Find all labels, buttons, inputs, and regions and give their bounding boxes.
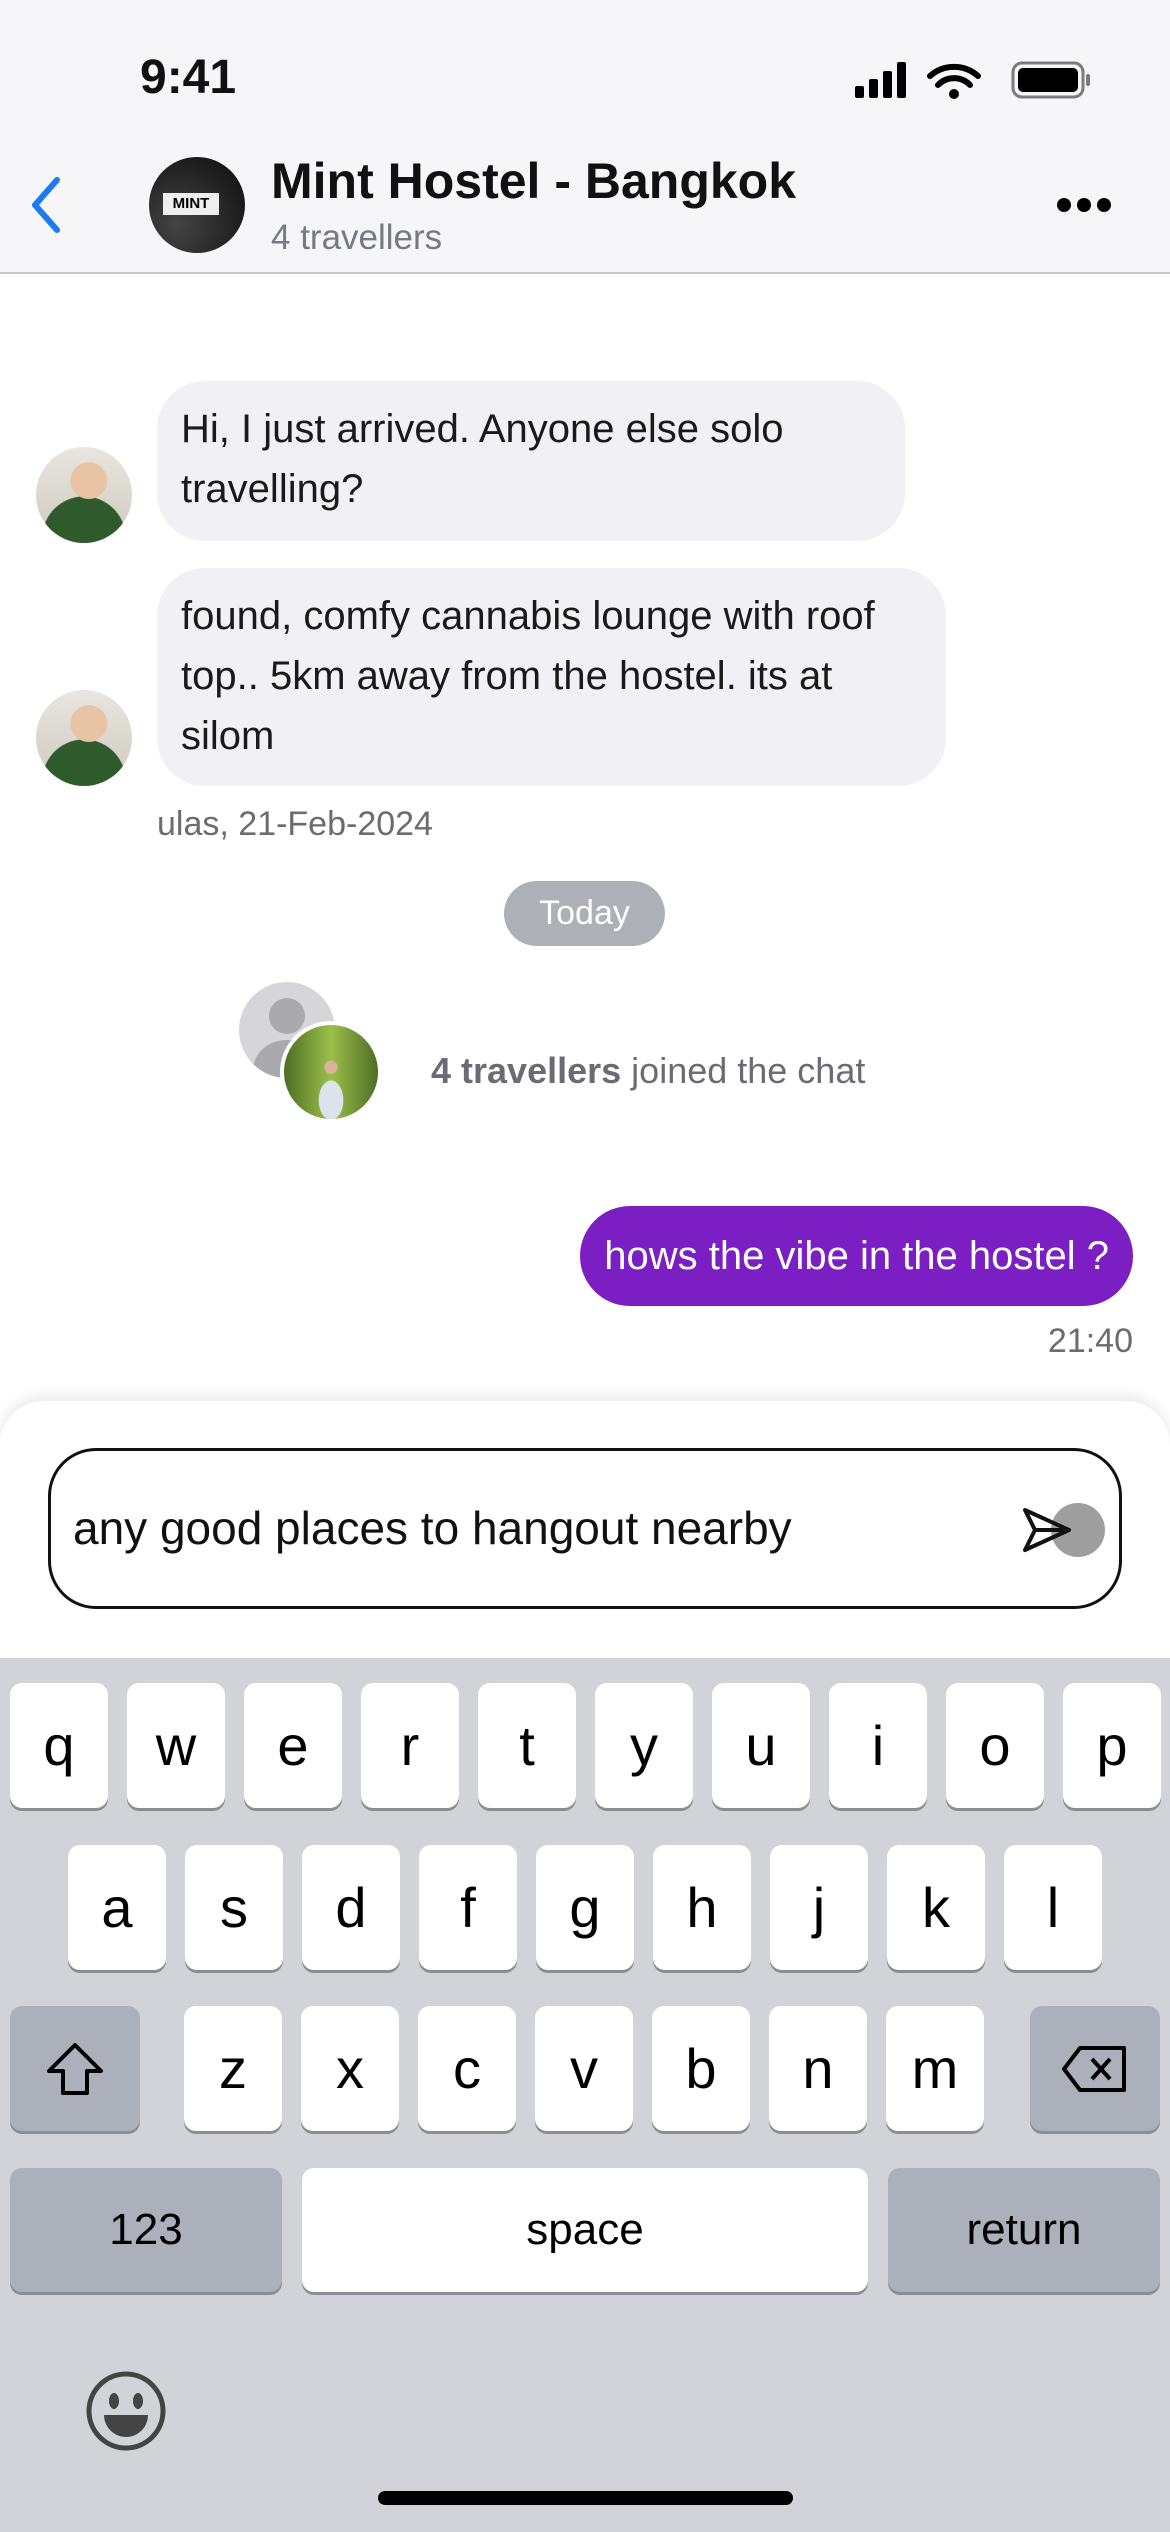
key-h[interactable]: h <box>653 1845 751 1970</box>
back-button[interactable] <box>25 175 65 235</box>
key-d[interactable]: d <box>302 1845 400 1970</box>
outgoing-message: hows the vibe in the hostel ? <box>580 1206 1133 1306</box>
key-c[interactable]: c <box>418 2006 516 2131</box>
message-input[interactable]: any good places to hangout nearby <box>48 1448 1122 1609</box>
message-meta: ulas, 21-Feb-2024 <box>157 805 433 843</box>
shift-icon <box>47 2042 103 2095</box>
joined-notice: 4 travellers joined the chat <box>431 1050 865 1092</box>
key-m[interactable]: m <box>886 2006 984 2131</box>
status-time: 9:41 <box>140 51 237 104</box>
key-j[interactable]: j <box>770 1845 868 1970</box>
return-key[interactable]: return <box>888 2168 1160 2292</box>
joined-count: 4 travellers <box>431 1050 622 1091</box>
key-s[interactable]: s <box>185 1845 283 1970</box>
avatar-logo: MINT <box>163 193 219 215</box>
key-y[interactable]: y <box>595 1683 693 1808</box>
numbers-key[interactable]: 123 <box>10 2168 282 2292</box>
group-avatar[interactable]: MINT <box>149 157 245 253</box>
battery-icon <box>1011 61 1090 99</box>
key-z[interactable]: z <box>184 2006 282 2131</box>
key-i[interactable]: i <box>829 1683 927 1808</box>
status-icons <box>855 61 1090 99</box>
key-r[interactable]: r <box>361 1683 459 1808</box>
send-icon[interactable] <box>1021 1506 1073 1554</box>
backspace-icon <box>1062 2045 1126 2092</box>
home-indicator <box>378 2491 793 2505</box>
key-o[interactable]: o <box>946 1683 1044 1808</box>
more-options-icon[interactable] <box>1055 195 1115 215</box>
key-t[interactable]: t <box>478 1683 576 1808</box>
key-w[interactable]: w <box>127 1683 225 1808</box>
key-f[interactable]: f <box>419 1845 517 1970</box>
message-input-value: any good places to hangout nearby <box>73 1502 792 1554</box>
key-u[interactable]: u <box>712 1683 810 1808</box>
page-title: Mint Hostel - Bangkok <box>271 153 797 209</box>
key-b[interactable]: b <box>652 2006 750 2131</box>
signal-icon <box>855 62 906 98</box>
delete-key[interactable] <box>1030 2006 1160 2131</box>
message-bubble: Hi, I just arrived. Anyone else solo tra… <box>157 381 905 541</box>
key-p[interactable]: p <box>1063 1683 1161 1808</box>
key-e[interactable]: e <box>244 1683 342 1808</box>
space-key[interactable]: space <box>302 2168 868 2292</box>
key-q[interactable]: q <box>10 1683 108 1808</box>
wifi-icon <box>927 63 981 88</box>
message-time: 21:40 <box>1047 1322 1133 1360</box>
key-x[interactable]: x <box>301 2006 399 2131</box>
shift-key[interactable] <box>10 2006 140 2131</box>
message-bubble: found, comfy cannabis lounge with roof t… <box>157 568 946 786</box>
sender-avatar[interactable] <box>36 690 132 786</box>
member-count: 4 travellers <box>271 218 443 257</box>
key-k[interactable]: k <box>887 1845 985 1970</box>
emoji-icon[interactable] <box>84 2369 168 2453</box>
key-a[interactable]: a <box>68 1845 166 1970</box>
key-g[interactable]: g <box>536 1845 634 1970</box>
traveller-avatar[interactable] <box>280 1021 382 1123</box>
key-v[interactable]: v <box>535 2006 633 2131</box>
sender-avatar[interactable] <box>36 447 132 543</box>
joined-text: joined the chat <box>631 1050 866 1091</box>
key-n[interactable]: n <box>769 2006 867 2131</box>
key-l[interactable]: l <box>1004 1845 1102 1970</box>
date-divider: Today <box>504 881 665 946</box>
